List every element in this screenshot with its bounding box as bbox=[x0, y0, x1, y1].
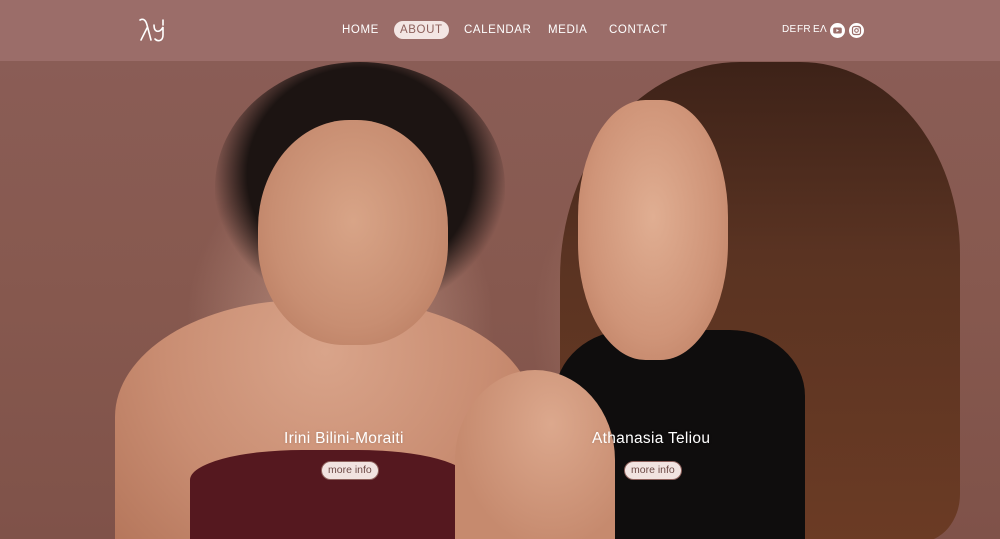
instagram-icon[interactable] bbox=[849, 23, 864, 38]
hero-photo bbox=[0, 0, 1000, 539]
youtube-icon[interactable] bbox=[830, 23, 845, 38]
lang-fr[interactable]: FR bbox=[797, 21, 811, 39]
lang-de[interactable]: DE bbox=[782, 21, 797, 39]
nav-calendar[interactable]: CALENDAR bbox=[464, 21, 531, 39]
more-info-button-irini[interactable]: more info bbox=[321, 461, 379, 480]
site-header: HOME ABOUT CALENDAR MEDIA CONTACT DE FR … bbox=[0, 0, 1000, 61]
nav-home[interactable]: HOME bbox=[342, 21, 379, 39]
more-info-button-athanasia[interactable]: more info bbox=[624, 461, 682, 480]
photo-left-hair bbox=[215, 62, 505, 312]
nav-contact[interactable]: CONTACT bbox=[609, 21, 668, 39]
nav-about[interactable]: ABOUT bbox=[394, 21, 449, 39]
photo-left-shoulders bbox=[115, 300, 535, 539]
photo-left-face bbox=[258, 120, 448, 345]
photo-right-hair bbox=[560, 62, 960, 539]
person-name-irini: Irini Bilini-Moraiti bbox=[284, 430, 404, 447]
photo-right-shoulder bbox=[455, 370, 615, 539]
lang-el[interactable]: ΕΛ bbox=[813, 21, 827, 39]
nav-media[interactable]: MEDIA bbox=[548, 21, 587, 39]
photo-right-face bbox=[578, 100, 728, 360]
person-name-athanasia: Athanasia Teliou bbox=[592, 430, 711, 447]
